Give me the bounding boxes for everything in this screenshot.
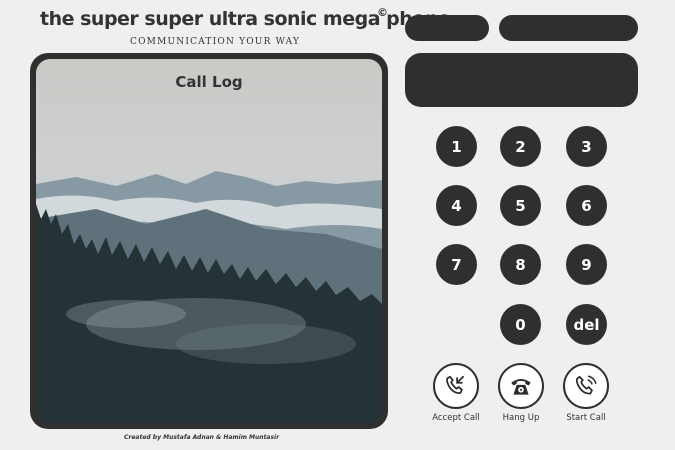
key-3[interactable]: 3 (566, 126, 607, 167)
key-5[interactable]: 5 (500, 185, 541, 226)
key-2[interactable]: 2 (500, 126, 541, 167)
start-call-button[interactable] (563, 363, 609, 409)
status-bar-left (405, 15, 489, 41)
phone-frame: Call Log (30, 53, 388, 429)
tagline: COMMUNICATION YOUR WAY (130, 37, 301, 47)
phone-incoming-icon (446, 375, 465, 394)
rotary-phone-icon (511, 378, 531, 395)
key-6[interactable]: 6 (566, 185, 607, 226)
hang-up-button[interactable] (498, 363, 544, 409)
number-display (405, 53, 638, 107)
call-log-screen[interactable]: Call Log (36, 59, 382, 423)
mountain-landscape-image (36, 171, 382, 423)
fog-patch (176, 324, 356, 364)
key-7[interactable]: 7 (436, 244, 477, 285)
credit-text: Created by Mustafa Adnan & Hamim Muntasi… (124, 434, 280, 441)
copyright-mark: © (377, 6, 388, 19)
call-log-title: Call Log (175, 73, 243, 91)
phone-ringing-icon (575, 375, 597, 395)
accept-call-button[interactable] (433, 363, 479, 409)
fog-patch (66, 300, 186, 328)
start-call-label: Start Call (566, 413, 606, 423)
key-0[interactable]: 0 (500, 304, 541, 345)
key-4[interactable]: 4 (436, 185, 477, 226)
key-delete[interactable]: del (566, 304, 607, 345)
key-9[interactable]: 9 (566, 244, 607, 285)
app-title: the super super ultra sonic mega phone (40, 8, 451, 30)
status-bar-right (499, 15, 638, 41)
key-1[interactable]: 1 (436, 126, 477, 167)
key-8[interactable]: 8 (500, 244, 541, 285)
